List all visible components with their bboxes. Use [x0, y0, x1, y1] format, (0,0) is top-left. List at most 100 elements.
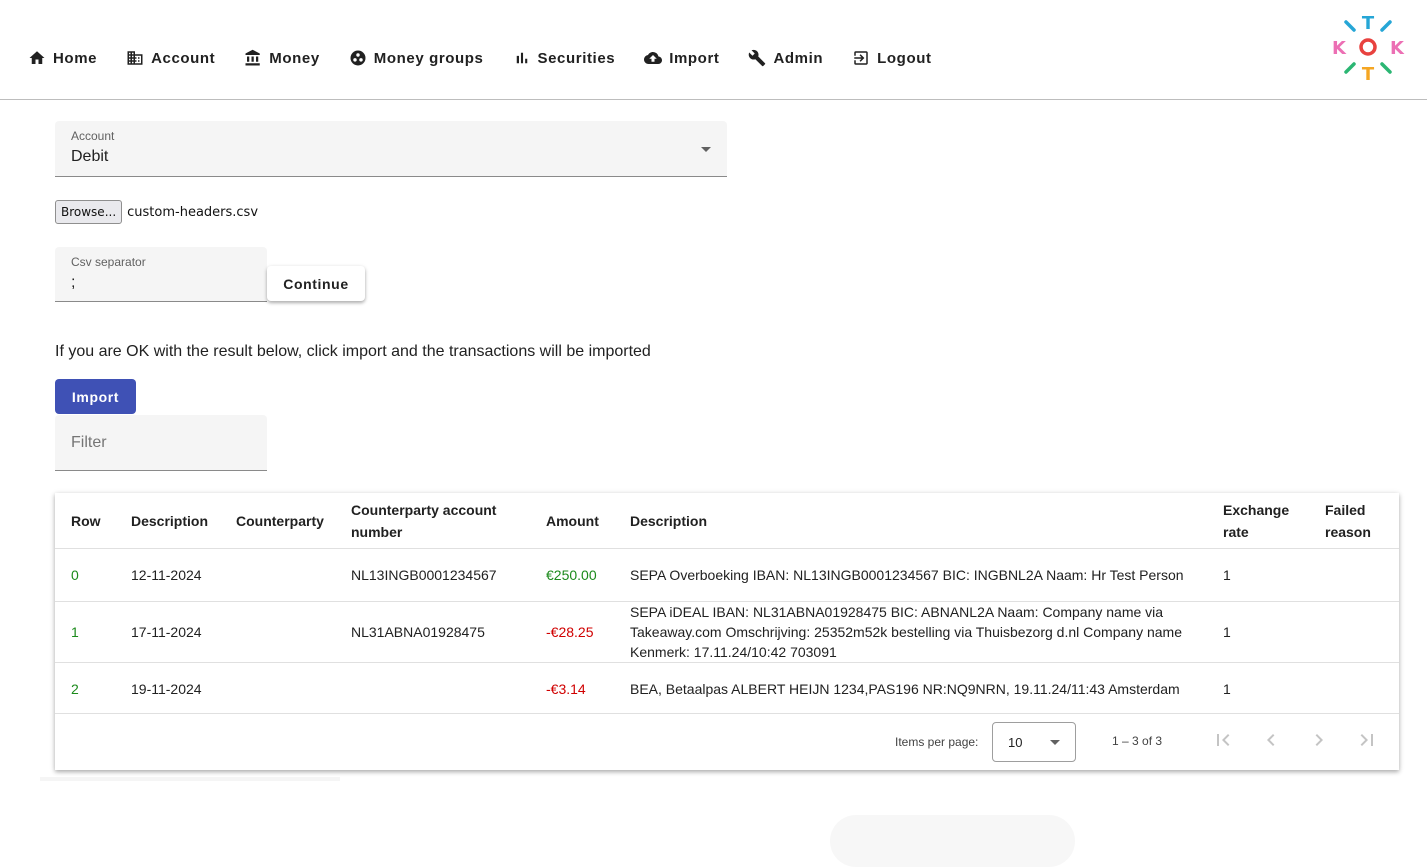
- groups-icon: [349, 49, 367, 67]
- first-page-button[interactable]: [1211, 728, 1235, 752]
- building-icon: [126, 49, 144, 67]
- last-page-button[interactable]: [1355, 728, 1379, 752]
- next-page-button[interactable]: [1307, 728, 1331, 752]
- previous-page-button[interactable]: [1259, 728, 1283, 752]
- table-header-row: Row Description Counterparty Counterpart…: [55, 493, 1399, 549]
- nav-logout[interactable]: Logout: [844, 40, 939, 76]
- nav-account[interactable]: Account: [118, 40, 223, 76]
- nav-import[interactable]: Import: [636, 40, 727, 76]
- file-picker: Browse... custom-headers.csv: [55, 200, 258, 224]
- nav-money-groups[interactable]: Money groups: [341, 40, 492, 76]
- continue-button[interactable]: Continue: [267, 266, 365, 301]
- chevron-left-icon: [1267, 734, 1275, 746]
- chevron-right-icon: [1315, 734, 1323, 746]
- svg-text:K: K: [1390, 38, 1405, 59]
- cell-rate: 1: [1207, 548, 1309, 602]
- cell-failed: [1309, 548, 1399, 602]
- nav-admin-label: Admin: [773, 49, 824, 67]
- cell-row: 2: [55, 662, 115, 715]
- nav-home[interactable]: Home: [20, 40, 105, 76]
- cell-account: NL31ABNA01928475: [335, 601, 530, 663]
- items-per-page-value: 10: [1008, 735, 1023, 750]
- dropdown-arrow-icon: [701, 147, 711, 152]
- table-row: 1 17-11-2024 NL31ABNA01928475 -€28.25 SE…: [55, 601, 1399, 663]
- nav-money-groups-label: Money groups: [373, 49, 484, 67]
- cell-counterparty: [220, 662, 335, 715]
- logout-icon: [852, 49, 870, 67]
- cell-rate: 1: [1207, 601, 1309, 663]
- svg-text:T: T: [1362, 64, 1375, 84]
- nav-import-label: Import: [669, 49, 720, 67]
- cell-description: SEPA Overboeking IBAN: NL13INGB000123456…: [614, 548, 1207, 602]
- nav-securities[interactable]: Securities: [505, 40, 624, 76]
- divider: [40, 777, 340, 781]
- dropdown-arrow-icon: [1050, 740, 1060, 745]
- transactions-table-card: Row Description Counterparty Counterpart…: [55, 493, 1399, 770]
- browse-button[interactable]: Browse...: [55, 200, 123, 224]
- cell-account: [335, 662, 530, 715]
- svg-text:K: K: [1332, 38, 1347, 59]
- cell-row: 1: [55, 601, 115, 663]
- header-counterparty-account[interactable]: Counterparty account number: [335, 493, 530, 549]
- cell-counterparty: [220, 548, 335, 602]
- nav-logout-label: Logout: [877, 49, 932, 67]
- cell-account: NL13INGB0001234567: [335, 548, 530, 602]
- transactions-table: Row Description Counterparty Counterpart…: [55, 493, 1399, 715]
- items-per-page-select[interactable]: 10: [992, 722, 1076, 762]
- account-select-label: Account: [71, 129, 115, 143]
- header-description[interactable]: Description: [614, 493, 1207, 549]
- table-row: 0 12-11-2024 NL13INGB0001234567 €250.00 …: [55, 548, 1399, 602]
- table-row: 2 19-11-2024 -€3.14 BEA, Betaalpas ALBER…: [55, 662, 1399, 715]
- cell-description: SEPA iDEAL IBAN: NL31ABNA01928475 BIC: A…: [614, 601, 1207, 663]
- cell-amount: -€3.14: [530, 662, 614, 715]
- cell-amount: €250.00: [530, 548, 614, 602]
- nav-home-label: Home: [53, 49, 98, 67]
- cloud-upload-icon: [644, 49, 663, 67]
- header-amount[interactable]: Amount: [530, 493, 614, 549]
- cell-date: 17-11-2024: [115, 601, 220, 663]
- header-failed-reason[interactable]: Failed reason: [1309, 493, 1399, 549]
- nav-securities-label: Securities: [537, 49, 616, 67]
- account-select[interactable]: Account Debit: [55, 121, 727, 177]
- app-logo: T T K K: [1332, 13, 1405, 84]
- cell-failed: [1309, 601, 1399, 663]
- main-nav: Home Account Money Money groups Securiti…: [20, 40, 953, 76]
- last-page-icon: [1360, 734, 1373, 746]
- csv-separator-field[interactable]: Csv separator ;: [55, 247, 267, 302]
- wrench-icon: [748, 49, 766, 67]
- filter-placeholder: Filter: [71, 434, 107, 451]
- header-date-description[interactable]: Description: [115, 493, 220, 549]
- cell-counterparty: [220, 601, 335, 663]
- csv-separator-label: Csv separator: [71, 255, 146, 269]
- filter-input[interactable]: Filter: [55, 415, 267, 471]
- cell-date: 12-11-2024: [115, 548, 220, 602]
- cell-date: 19-11-2024: [115, 662, 220, 715]
- cell-amount: -€28.25: [530, 601, 614, 663]
- home-icon: [28, 49, 46, 67]
- svg-text:T: T: [1362, 13, 1375, 34]
- nav-money[interactable]: Money: [236, 40, 328, 76]
- items-per-page-label: Items per page:: [895, 735, 979, 749]
- csv-separator-value: ;: [71, 274, 76, 291]
- cell-row: 0: [55, 548, 115, 602]
- page-range: 1 – 3 of 3: [1112, 734, 1163, 748]
- top-navigation-bar: Home Account Money Money groups Securiti…: [0, 0, 1427, 100]
- paginator: Items per page: 10 1 – 3 of 3: [55, 713, 1399, 770]
- header-row[interactable]: Row: [55, 493, 115, 549]
- bank-icon: [244, 49, 262, 67]
- first-page-icon: [1217, 734, 1230, 746]
- import-info-text: If you are OK with the result below, cli…: [55, 343, 651, 360]
- cell-failed: [1309, 662, 1399, 715]
- nav-admin[interactable]: Admin: [740, 40, 831, 76]
- faded-overlay: [830, 815, 1075, 867]
- cell-rate: 1: [1207, 662, 1309, 715]
- import-button[interactable]: Import: [55, 379, 136, 414]
- nav-account-label: Account: [151, 49, 216, 67]
- nav-money-label: Money: [269, 49, 320, 67]
- cell-description: BEA, Betaalpas ALBERT HEIJN 1234,PAS196 …: [614, 662, 1207, 715]
- header-exchange-rate[interactable]: Exchange rate: [1207, 493, 1309, 549]
- account-select-value: Debit: [71, 148, 109, 165]
- selected-file-name: custom-headers.csv: [127, 204, 259, 220]
- header-counterparty[interactable]: Counterparty: [220, 493, 335, 549]
- chart-icon: [513, 49, 531, 67]
